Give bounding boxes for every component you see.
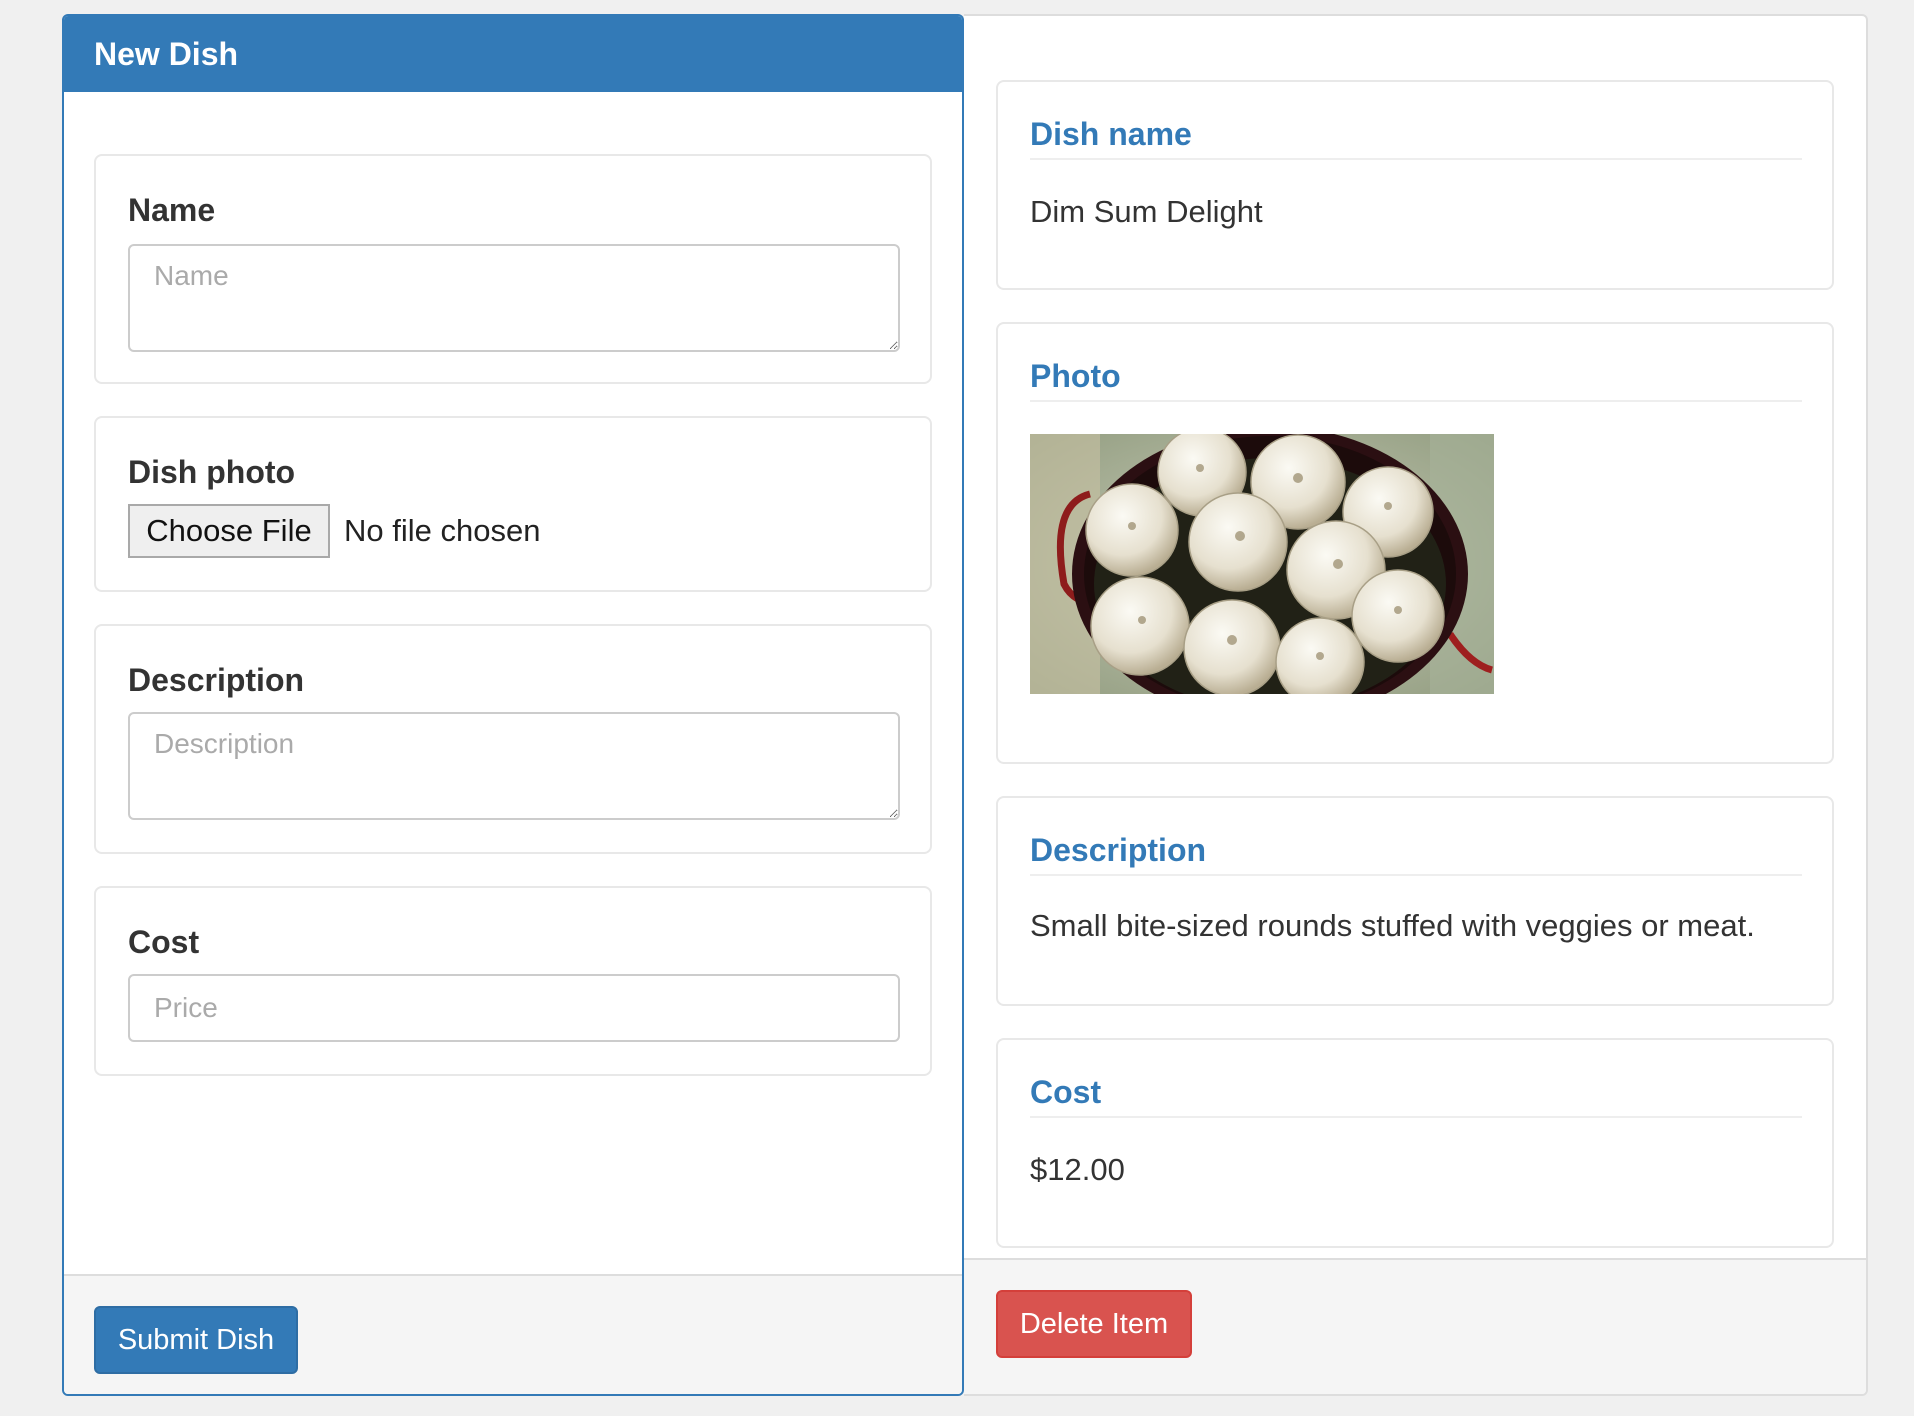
new-dish-heading: New Dish [64,16,962,92]
cost-form-group: Cost [94,886,932,1076]
photo-card: Photo [996,322,1834,764]
new-dish-footer: Submit Dish [64,1274,962,1394]
photo-title: Photo [1030,358,1121,394]
divider [1030,158,1802,160]
description-input[interactable] [128,712,900,820]
submit-dish-button[interactable]: Submit Dish [94,1306,298,1374]
dish-photo-form-group: Dish photo Choose File No file chosen [94,416,932,592]
dish-name-title: Dish name [1030,116,1192,152]
divider [1030,1116,1802,1118]
dish-name-card: Dish name Dim Sum Delight [996,80,1834,290]
dish-detail-footer: Delete Item [964,1258,1866,1394]
dish-detail-body: Dish name Dim Sum Delight Photo Descript… [964,16,1866,1258]
name-form-group: Name [94,154,932,384]
dish-detail-panel: Dish name Dim Sum Delight Photo Descript… [964,14,1868,1396]
name-label: Name [128,192,216,228]
cost-title: Cost [1030,1074,1102,1110]
price-input[interactable] [128,974,900,1042]
choose-file-button[interactable]: Choose File [128,504,330,558]
dish-name-value: Dim Sum Delight [1030,194,1263,229]
delete-item-button[interactable]: Delete Item [996,1290,1192,1358]
cost-value: $12.00 [1030,1152,1125,1187]
dish-photo-image [1030,434,1494,694]
cost-label: Cost [128,924,200,960]
divider [1030,874,1802,876]
divider [1030,400,1802,402]
cost-card: Cost $12.00 [996,1038,1834,1248]
file-status-text: No file chosen [344,513,541,548]
description-form-group: Description [94,624,932,854]
description-label: Description [128,662,305,698]
description-value: Small bite-sized rounds stuffed with veg… [1030,908,1755,943]
dish-photo-label: Dish photo [128,454,296,490]
name-input[interactable] [128,244,900,352]
description-title: Description [1030,832,1207,868]
new-dish-panel: New Dish Name Dish photo Choose File No … [62,14,964,1396]
new-dish-form: Name Dish photo Choose File No file chos… [64,92,962,1274]
description-card: Description Small bite-sized rounds stuf… [996,796,1834,1006]
